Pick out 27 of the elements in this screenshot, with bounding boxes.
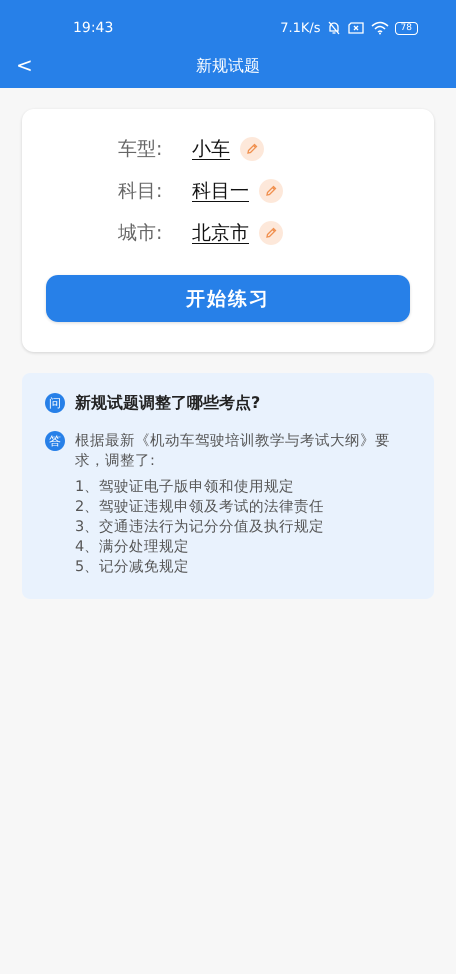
status-time: 19:43 (73, 20, 114, 36)
setting-value[interactable]: 科目一 (192, 178, 249, 204)
back-button[interactable]: < (12, 53, 37, 77)
bell-off-icon (326, 21, 341, 35)
pencil-icon[interactable] (259, 179, 283, 203)
page-title: 新规试题 (196, 56, 260, 76)
answer-item: 4、满分处理规定 (75, 538, 190, 557)
answer-text: 根据最新《机动车驾驶培训教学与考试大纲》要求，调整了: (75, 432, 391, 471)
answer-item: 5、记分减免规定 (75, 558, 190, 577)
answer-badge: 答 (45, 431, 65, 451)
answer-item: 3、交通违法行为记分分值及执行规定 (75, 518, 324, 537)
pencil-icon[interactable] (240, 137, 264, 161)
answer-item: 2、驾驶证违规申领及考试的法律责任 (75, 498, 324, 517)
network-speed: 7.1K/s (280, 20, 321, 36)
setting-label: 城市: (118, 221, 164, 246)
setting-label: 科目: (118, 179, 164, 204)
battery-level: 78 (394, 22, 418, 34)
sim-card-icon (346, 21, 365, 35)
setting-value[interactable]: 北京市 (192, 220, 249, 246)
question-text: 新规试题调整了哪些考点? (75, 393, 260, 413)
setting-value[interactable]: 小车 (192, 136, 230, 162)
wifi-icon (370, 21, 389, 35)
setting-label: 车型: (118, 137, 164, 162)
start-practice-button[interactable]: 开始练习 (46, 275, 410, 322)
question-badge: 问 (45, 393, 65, 413)
answer-item: 1、驾驶证电子版申领和使用规定 (75, 478, 294, 497)
pencil-icon[interactable] (259, 221, 283, 245)
